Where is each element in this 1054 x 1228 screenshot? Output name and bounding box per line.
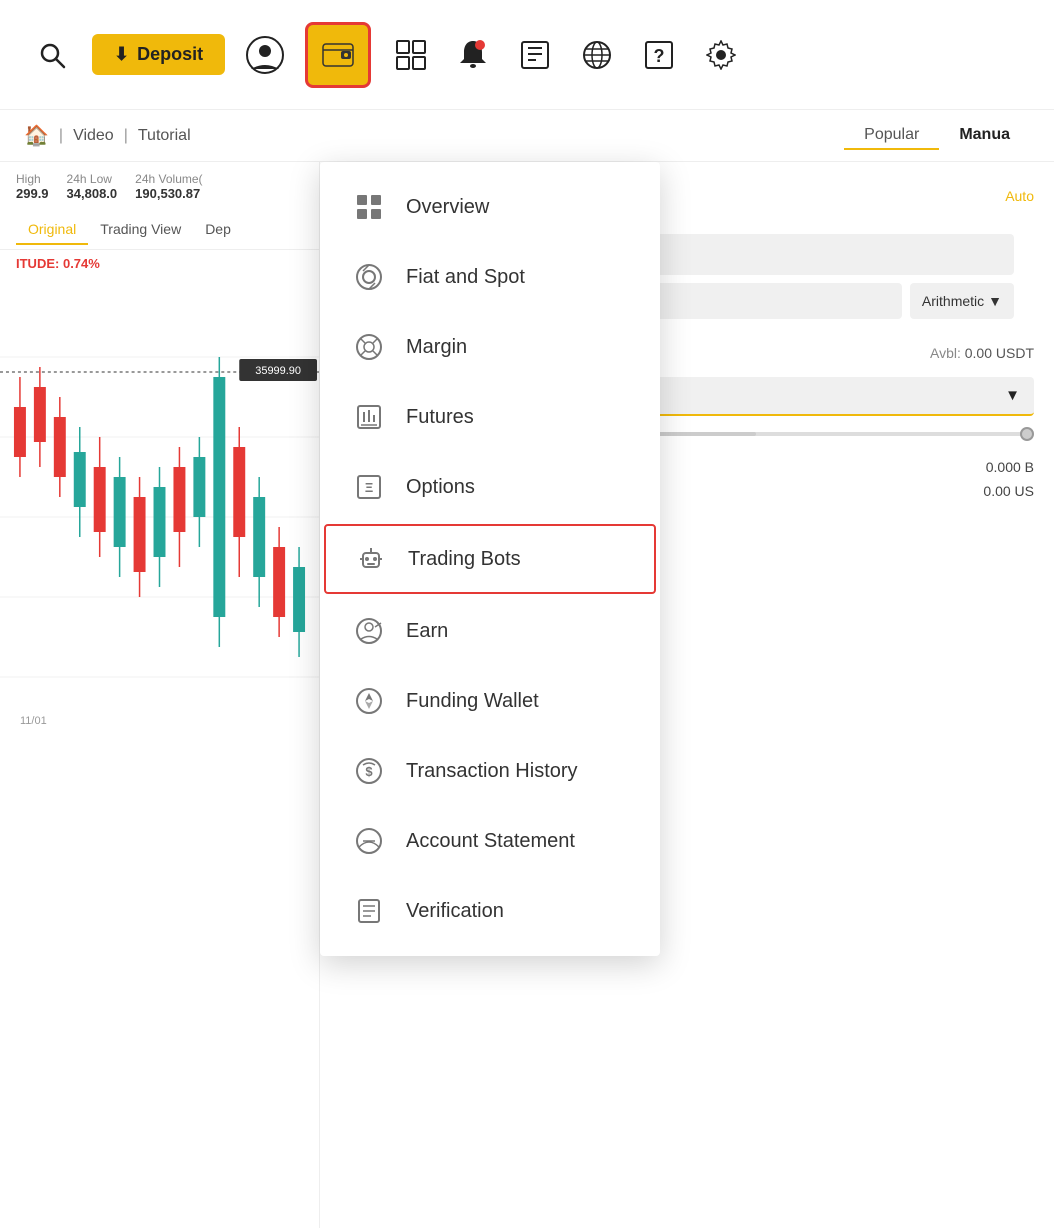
dropdown-arrow: ▼ bbox=[988, 293, 1002, 309]
deposit-icon: ⬇ bbox=[114, 44, 129, 65]
search-button[interactable] bbox=[30, 33, 74, 77]
menu-item-verification[interactable]: Verification bbox=[320, 876, 660, 946]
low-label: 24h Low bbox=[67, 172, 118, 186]
menu-item-earn[interactable]: Earn bbox=[320, 596, 660, 666]
home-icon[interactable]: 🏠 bbox=[24, 123, 49, 148]
account-icon bbox=[352, 824, 386, 858]
leverage-arrow: ▼ bbox=[1005, 387, 1020, 404]
amplitude-val: 0.74% bbox=[63, 256, 100, 271]
funding-icon bbox=[352, 684, 386, 718]
menu-label-futures: Futures bbox=[406, 406, 474, 429]
menu-label-overview: Overview bbox=[406, 196, 489, 219]
breadcrumb-video[interactable]: Video bbox=[73, 127, 114, 145]
tab-dep[interactable]: Dep bbox=[193, 215, 243, 245]
notification-button[interactable] bbox=[451, 33, 495, 77]
profile-button[interactable] bbox=[243, 33, 287, 77]
earn-icon bbox=[352, 614, 386, 648]
menu-label-verification: Verification bbox=[406, 900, 504, 923]
chart-area: High 299.9 24h Low 34,808.0 24h Volume( … bbox=[0, 162, 320, 1228]
auto-label: Auto bbox=[1005, 188, 1034, 204]
deposit-label: Deposit bbox=[137, 44, 203, 65]
menu-label-trading-bots: Trading Bots bbox=[408, 548, 521, 571]
vol-val: 190,530.87 bbox=[135, 186, 202, 201]
overview-icon bbox=[352, 190, 386, 224]
menu-item-transaction-history[interactable]: $ Transaction History bbox=[320, 736, 660, 806]
menu-label-account: Account Statement bbox=[406, 830, 575, 853]
menu-item-funding-wallet[interactable]: Funding Wallet bbox=[320, 666, 660, 736]
menu-label-earn: Earn bbox=[406, 620, 448, 643]
menu-item-futures[interactable]: Futures bbox=[320, 382, 660, 452]
menu-label-funding: Funding Wallet bbox=[406, 690, 539, 713]
deposit-button[interactable]: ⬇ Deposit bbox=[92, 34, 225, 75]
menu-item-fiat-and-spot[interactable]: Fiat and Spot bbox=[320, 242, 660, 312]
avbl-val: 0.00 USDT bbox=[965, 345, 1034, 361]
slider-thumb-right[interactable] bbox=[1020, 427, 1034, 441]
chart-tabs: Original Trading View Dep bbox=[0, 211, 319, 250]
separator2: | bbox=[124, 127, 128, 145]
globe-button[interactable] bbox=[575, 33, 619, 77]
settings-button[interactable] bbox=[699, 33, 743, 77]
tab-original[interactable]: Original bbox=[16, 215, 88, 245]
tab-popular[interactable]: Popular bbox=[844, 122, 939, 150]
svg-text:?: ? bbox=[654, 46, 665, 66]
breadcrumb-tutorial[interactable]: Tutorial bbox=[138, 127, 191, 145]
menu-label-margin: Margin bbox=[406, 336, 467, 359]
options-icon: Ξ bbox=[352, 470, 386, 504]
svg-text:35999.90: 35999.90 bbox=[255, 365, 301, 377]
top-bar: ⬇ Deposit bbox=[0, 0, 1054, 110]
amplitude-label: ITUDE: bbox=[16, 256, 59, 271]
dropdown-menu: Overview Fiat and Spot bbox=[320, 162, 660, 956]
main-content: High 299.9 24h Low 34,808.0 24h Volume( … bbox=[0, 162, 1054, 1228]
transaction-icon: $ bbox=[352, 754, 386, 788]
avbl-label: Avbl: bbox=[930, 345, 961, 361]
separator: | bbox=[59, 127, 63, 145]
menu-item-account-statement[interactable]: Account Statement bbox=[320, 806, 660, 876]
verification-icon bbox=[352, 894, 386, 928]
margin-icon bbox=[352, 330, 386, 364]
svg-text:Ξ: Ξ bbox=[365, 480, 373, 495]
chart-stats: High 299.9 24h Low 34,808.0 24h Volume( … bbox=[0, 162, 319, 211]
high-val: 299.9 bbox=[16, 186, 49, 201]
low-val: 34,808.0 bbox=[67, 186, 118, 201]
menu-item-trading-bots[interactable]: Trading Bots bbox=[324, 524, 656, 594]
breadcrumb-bar: 🏠 | Video | Tutorial Popular Manua bbox=[0, 110, 1054, 162]
date-label: 11/01 bbox=[20, 715, 47, 727]
arithmetic-select[interactable]: Arithmetic ▼ bbox=[910, 283, 1014, 319]
amplitude: ITUDE: 0.74% bbox=[0, 250, 319, 277]
svg-text:$: $ bbox=[365, 764, 373, 779]
candlestick-chart: 35999.90 11/01 bbox=[0, 277, 319, 737]
wallet-button[interactable] bbox=[305, 22, 371, 88]
tab-trading-view[interactable]: Trading View bbox=[88, 215, 193, 245]
menu-item-margin[interactable]: Margin bbox=[320, 312, 660, 382]
high-label: High bbox=[16, 172, 49, 186]
vol-label: 24h Volume( bbox=[135, 172, 202, 186]
menu-label-fiat: Fiat and Spot bbox=[406, 266, 525, 289]
tab-manual[interactable]: Manua bbox=[939, 122, 1030, 150]
download-button[interactable] bbox=[513, 33, 557, 77]
menu-label-transaction: Transaction History bbox=[406, 760, 578, 783]
referral-button[interactable] bbox=[389, 33, 433, 77]
menu-item-options[interactable]: Ξ Options bbox=[320, 452, 660, 522]
arithmetic-label: Arithmetic bbox=[922, 293, 984, 309]
bots-icon bbox=[354, 542, 388, 576]
fiat-icon bbox=[352, 260, 386, 294]
menu-label-options: Options bbox=[406, 476, 475, 499]
menu-item-overview[interactable]: Overview bbox=[320, 172, 660, 242]
help-button[interactable]: ? bbox=[637, 33, 681, 77]
futures-icon bbox=[352, 400, 386, 434]
